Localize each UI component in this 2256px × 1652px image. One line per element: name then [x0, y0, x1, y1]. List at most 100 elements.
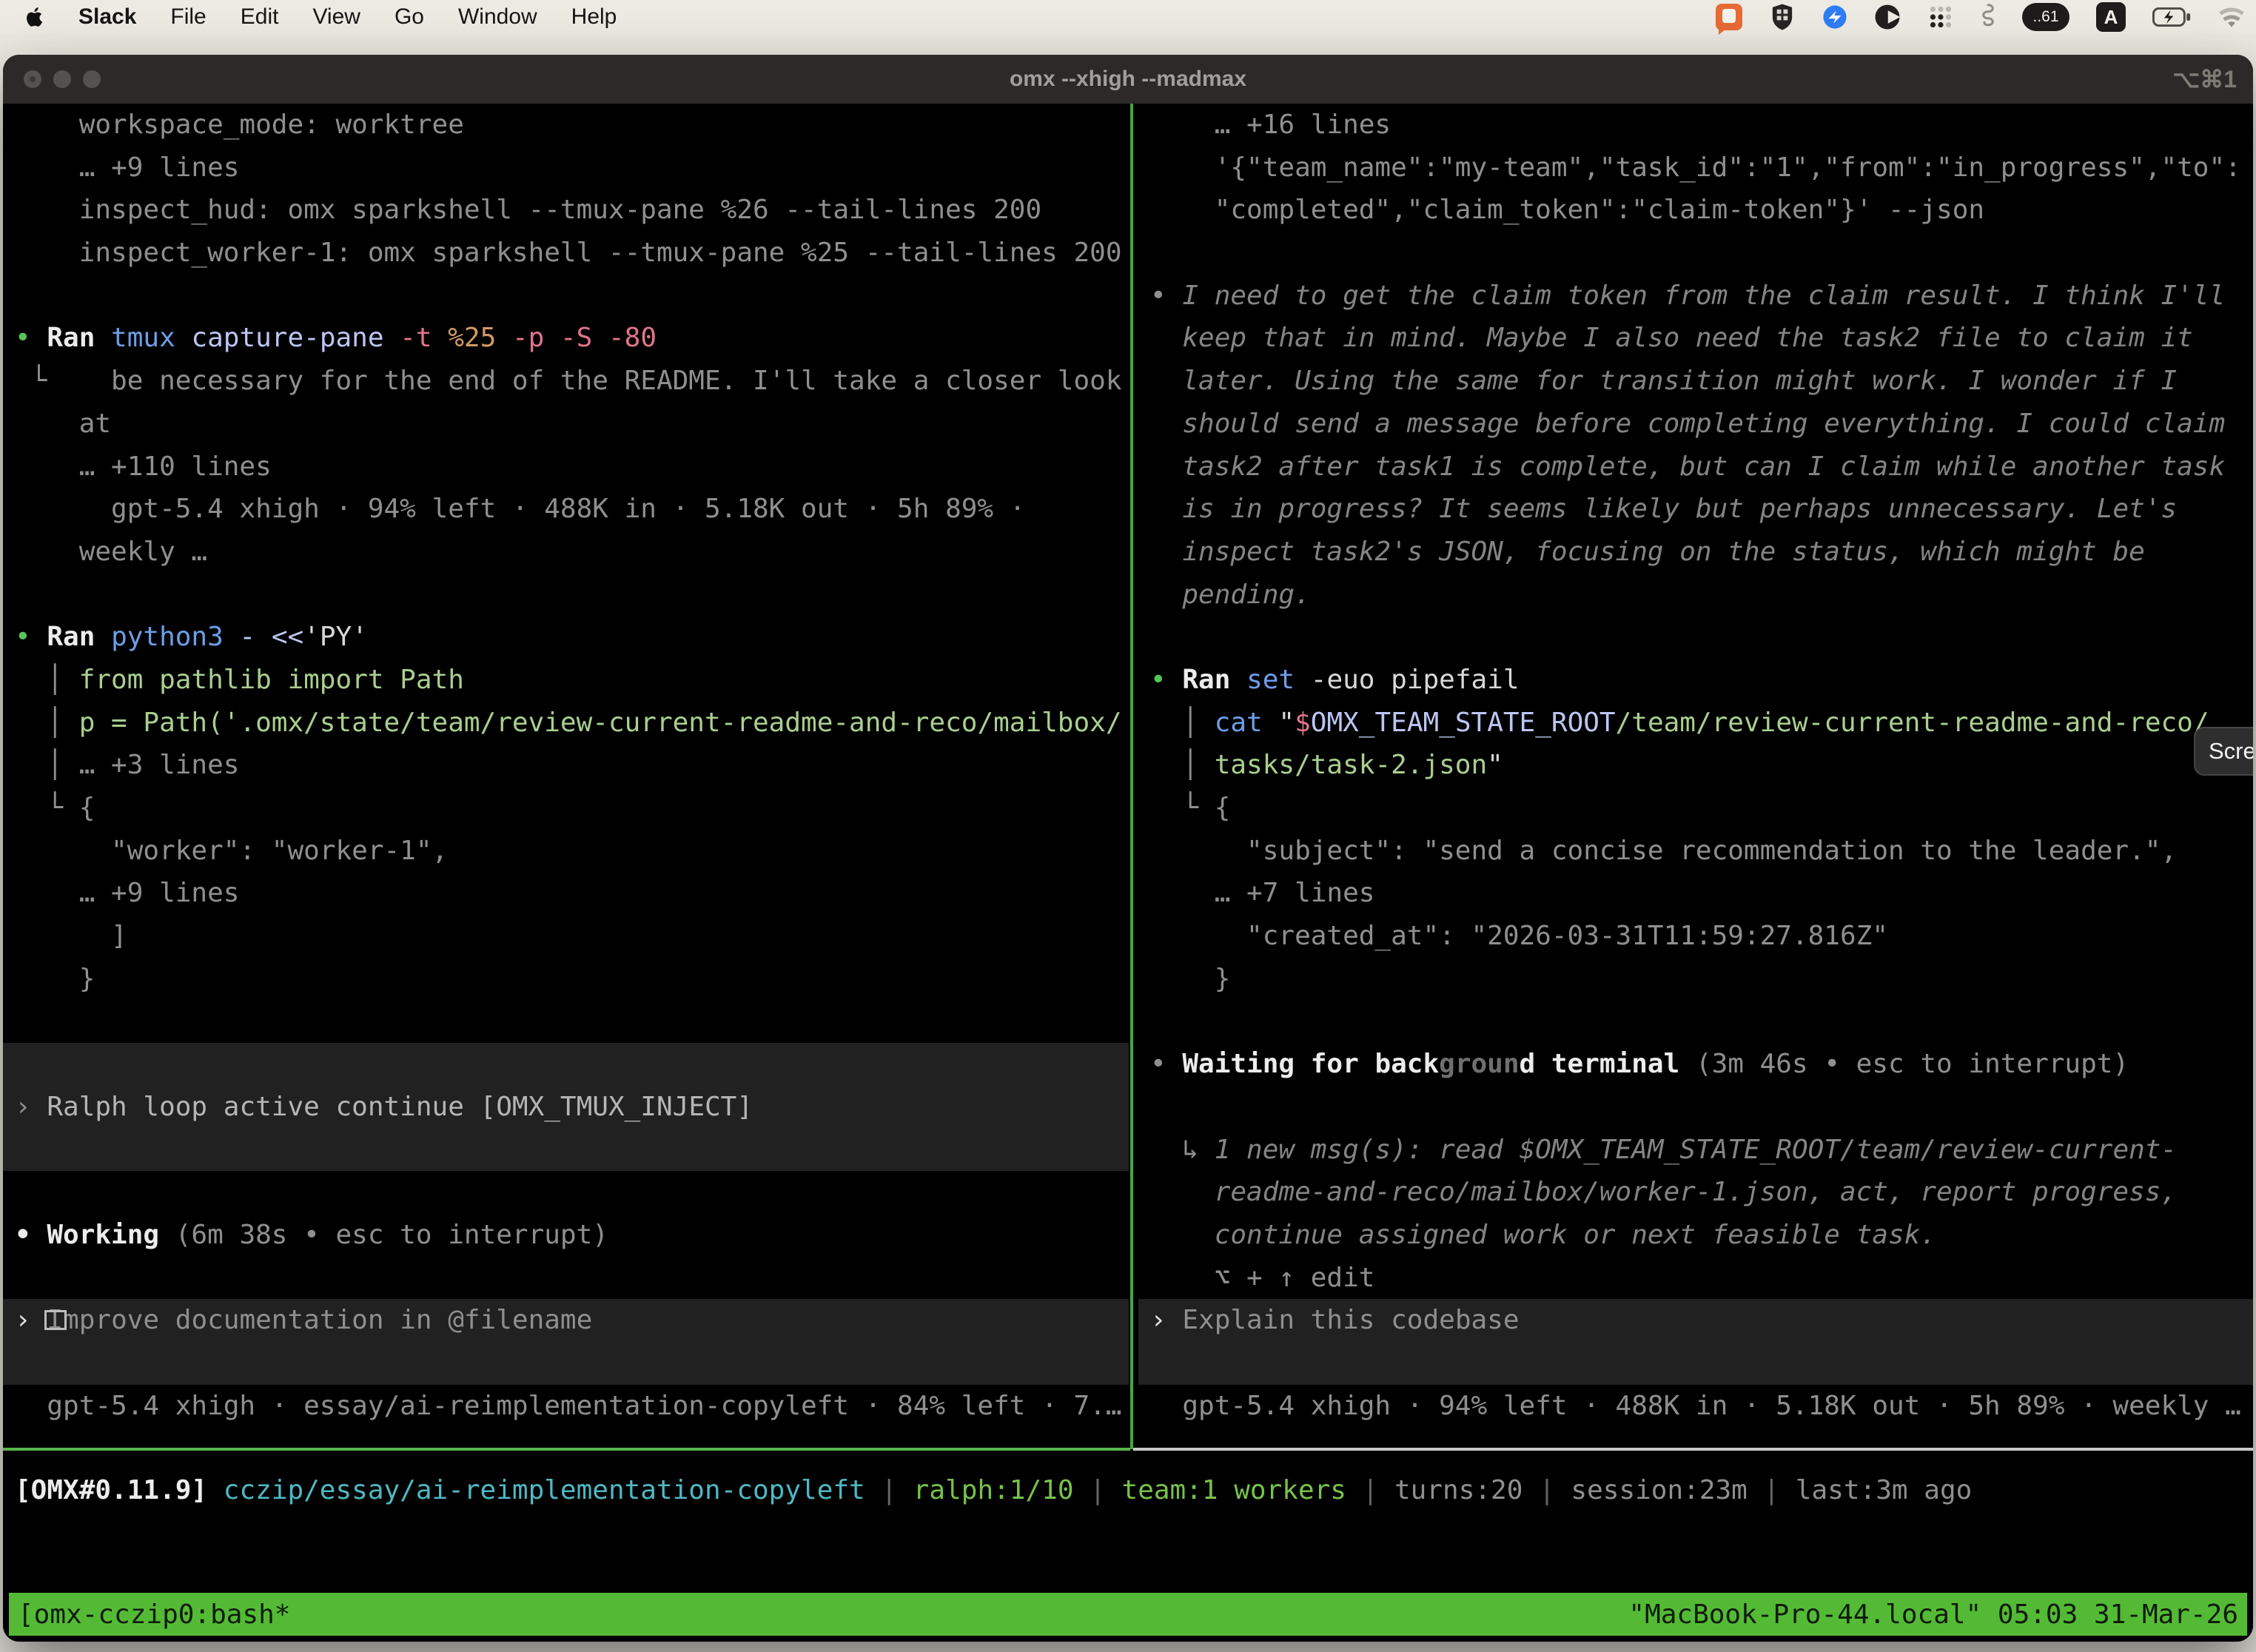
- token: $: [1295, 708, 1311, 738]
- token: turns:20: [1394, 1475, 1523, 1505]
- menu-go[interactable]: Go: [395, 4, 424, 30]
- token: … +16 lines: [1150, 110, 1391, 140]
- token: -S: [560, 323, 608, 353]
- messenger-bolt-icon[interactable]: [1822, 2, 1847, 32]
- terminal-line: [1138, 232, 2253, 275]
- terminal-line: inspect_hud: omx sparkshell --tmux-pane …: [3, 189, 1129, 232]
- token: (6m 38s • esc to interrupt): [175, 1220, 608, 1250]
- token: gpt-5.4 xhigh · essay/ai-reimplementatio…: [15, 1391, 1122, 1421]
- token: capture-pane: [191, 323, 400, 353]
- token: d terminal: [1520, 1049, 1696, 1079]
- token: set: [1246, 665, 1311, 695]
- key-a-icon[interactable]: A: [2096, 2, 2126, 32]
- model-status-line: gpt-5.4 xhigh · 94% left · 488K in · 5.1…: [1138, 1385, 2253, 1428]
- ran-python-command-line: • Ran python3 - <<'PY': [3, 616, 1129, 659]
- ran-tmux-command-line: • Ran tmux capture-pane -t %25 -p -S -80: [3, 317, 1129, 360]
- wifi-icon[interactable]: [2218, 2, 2246, 32]
- terminal-line: … +16 lines: [1138, 104, 2253, 147]
- dots-grid-icon[interactable]: [1927, 2, 1954, 32]
- window-titlebar[interactable]: omx --xhigh --madmax ⌥⌘1: [3, 55, 2253, 104]
- new-message-notice: ↳ 1 new msg(s): read $OMX_TEAM_STATE_ROO…: [1138, 1129, 2253, 1172]
- terminal-line: … +9 lines: [3, 872, 1129, 915]
- terminal-line: │ … +3 lines: [3, 744, 1129, 787]
- token: groun: [1439, 1049, 1519, 1079]
- terminal-line: weekly …: [3, 531, 1129, 574]
- hook-squiggle-icon[interactable]: [1981, 2, 1995, 32]
- window-title: omx --xhigh --madmax: [3, 55, 2253, 104]
- token: |: [865, 1475, 913, 1505]
- apple-menu-icon[interactable]: [24, 4, 49, 30]
- token: │: [15, 708, 79, 738]
- edit-shortcut-hint: ⌥ + ↑ edit: [1138, 1257, 2253, 1300]
- token: cat: [1215, 708, 1279, 738]
- token: •: [15, 1220, 47, 1250]
- menu-app-name[interactable]: Slack: [78, 4, 136, 30]
- terminal-line: should send a message before completing …: [1138, 403, 2253, 446]
- terminal-line: '{"team_name":"my-team","task_id":"1","f…: [1138, 147, 2253, 189]
- menu-edit[interactable]: Edit: [241, 4, 279, 30]
- token: last:3m ago: [1796, 1475, 1972, 1505]
- pac-disk-icon[interactable]: [1874, 2, 1901, 32]
- token: 'PY': [303, 622, 368, 652]
- tmux-pane-left: workspace_mode: worktree … +9 lines insp…: [3, 104, 1129, 1427]
- terminal-line: readme-and-reco/mailbox/worker-1.json, a…: [1138, 1171, 2253, 1214]
- screen-tooltip: Scre: [2194, 727, 2253, 776]
- menu-help[interactable]: Help: [571, 4, 617, 30]
- token: <<: [272, 622, 303, 652]
- token: tmux: [111, 323, 191, 353]
- shield-grid-icon[interactable]: [1769, 2, 1796, 32]
- token: weekly …: [15, 537, 207, 567]
- token: ›: [1150, 1305, 1182, 1335]
- token: keep that in mind. Maybe I also need the…: [1150, 323, 2193, 353]
- terminal-line: [3, 1043, 1129, 1086]
- token: ralph:1/10: [913, 1475, 1074, 1505]
- battery-charging-icon[interactable]: [2152, 2, 2191, 32]
- menu-window[interactable]: Window: [458, 4, 537, 30]
- token: -: [239, 622, 271, 652]
- menu-status-icons: ..61 A: [1716, 2, 2246, 32]
- token: 1 new msg(s): read $OMX_TEAM_STATE_ROOT/…: [1215, 1135, 2177, 1165]
- terminal-line[interactable]: [3, 1342, 1129, 1385]
- token: •: [15, 323, 47, 353]
- token: Working: [47, 1220, 175, 1250]
- menu-view[interactable]: View: [312, 4, 360, 30]
- token: python3: [111, 622, 239, 652]
- token: |: [1346, 1475, 1394, 1505]
- token: session:23m: [1571, 1475, 1747, 1505]
- terminal-line: later. Using the same for transition mig…: [1138, 360, 2253, 403]
- terminal-line: "created_at": "2026-03-31T11:59:27.816Z": [1138, 915, 2253, 958]
- terminal-line: pending.: [1138, 574, 2253, 617]
- ralph-loop-notice: › Ralph loop active continue [OMX_TMUX_I…: [3, 1086, 1129, 1129]
- token: │: [15, 750, 79, 780]
- menu-file[interactable]: File: [170, 4, 206, 30]
- token: ⌥ + ↑ edit: [1150, 1263, 1374, 1293]
- token: ": [1487, 750, 1503, 780]
- terminal-line: [3, 1129, 1129, 1172]
- token: •: [1150, 665, 1182, 695]
- token: "subject": "send a concise recommendatio…: [1150, 836, 2177, 866]
- terminal-line[interactable]: [1138, 1342, 2253, 1385]
- composer-input[interactable]: › Explain this codebase: [1138, 1299, 2253, 1342]
- token: task2 after task1 is complete, but can I…: [1150, 451, 2225, 482]
- token: team:1 workers: [1122, 1475, 1346, 1505]
- terminal-window: omx --xhigh --madmax ⌥⌘1 workspace_mode:…: [3, 55, 2253, 1642]
- token: … +3 lines: [79, 750, 240, 780]
- terminal-line: "worker": "worker-1",: [3, 830, 1129, 873]
- terminal-line: at: [3, 403, 1129, 446]
- token: -euo pipefail: [1311, 665, 1520, 695]
- badge-61-icon[interactable]: ..61: [2022, 3, 2069, 31]
- terminal-line: [1138, 1086, 2253, 1129]
- token: Waiting for back: [1182, 1049, 1439, 1079]
- screen-share-icon[interactable]: [1716, 2, 1742, 32]
- pane-border-bottom-left: [3, 1448, 1130, 1451]
- token: gpt-5.4 xhigh · 94% left · 488K in · 5.1…: [1150, 1391, 2241, 1421]
- token: │: [1150, 708, 1215, 738]
- terminal-line: [3, 1257, 1129, 1300]
- omx-status-line: [OMX#0.11.9] cczip/essay/ai-reimplementa…: [3, 1469, 2253, 1512]
- pane-divider[interactable]: [1130, 104, 1133, 1449]
- composer-input[interactable]: › Improve documentation in @filename: [3, 1299, 1129, 1342]
- token: is in progress? It seems likely but perh…: [1150, 494, 2177, 524]
- token: /team/review-current-readme-and-reco/: [1616, 708, 2209, 738]
- token: |: [1074, 1475, 1122, 1505]
- token: inspect_hud: omx sparkshell --tmux-pane …: [15, 195, 1041, 225]
